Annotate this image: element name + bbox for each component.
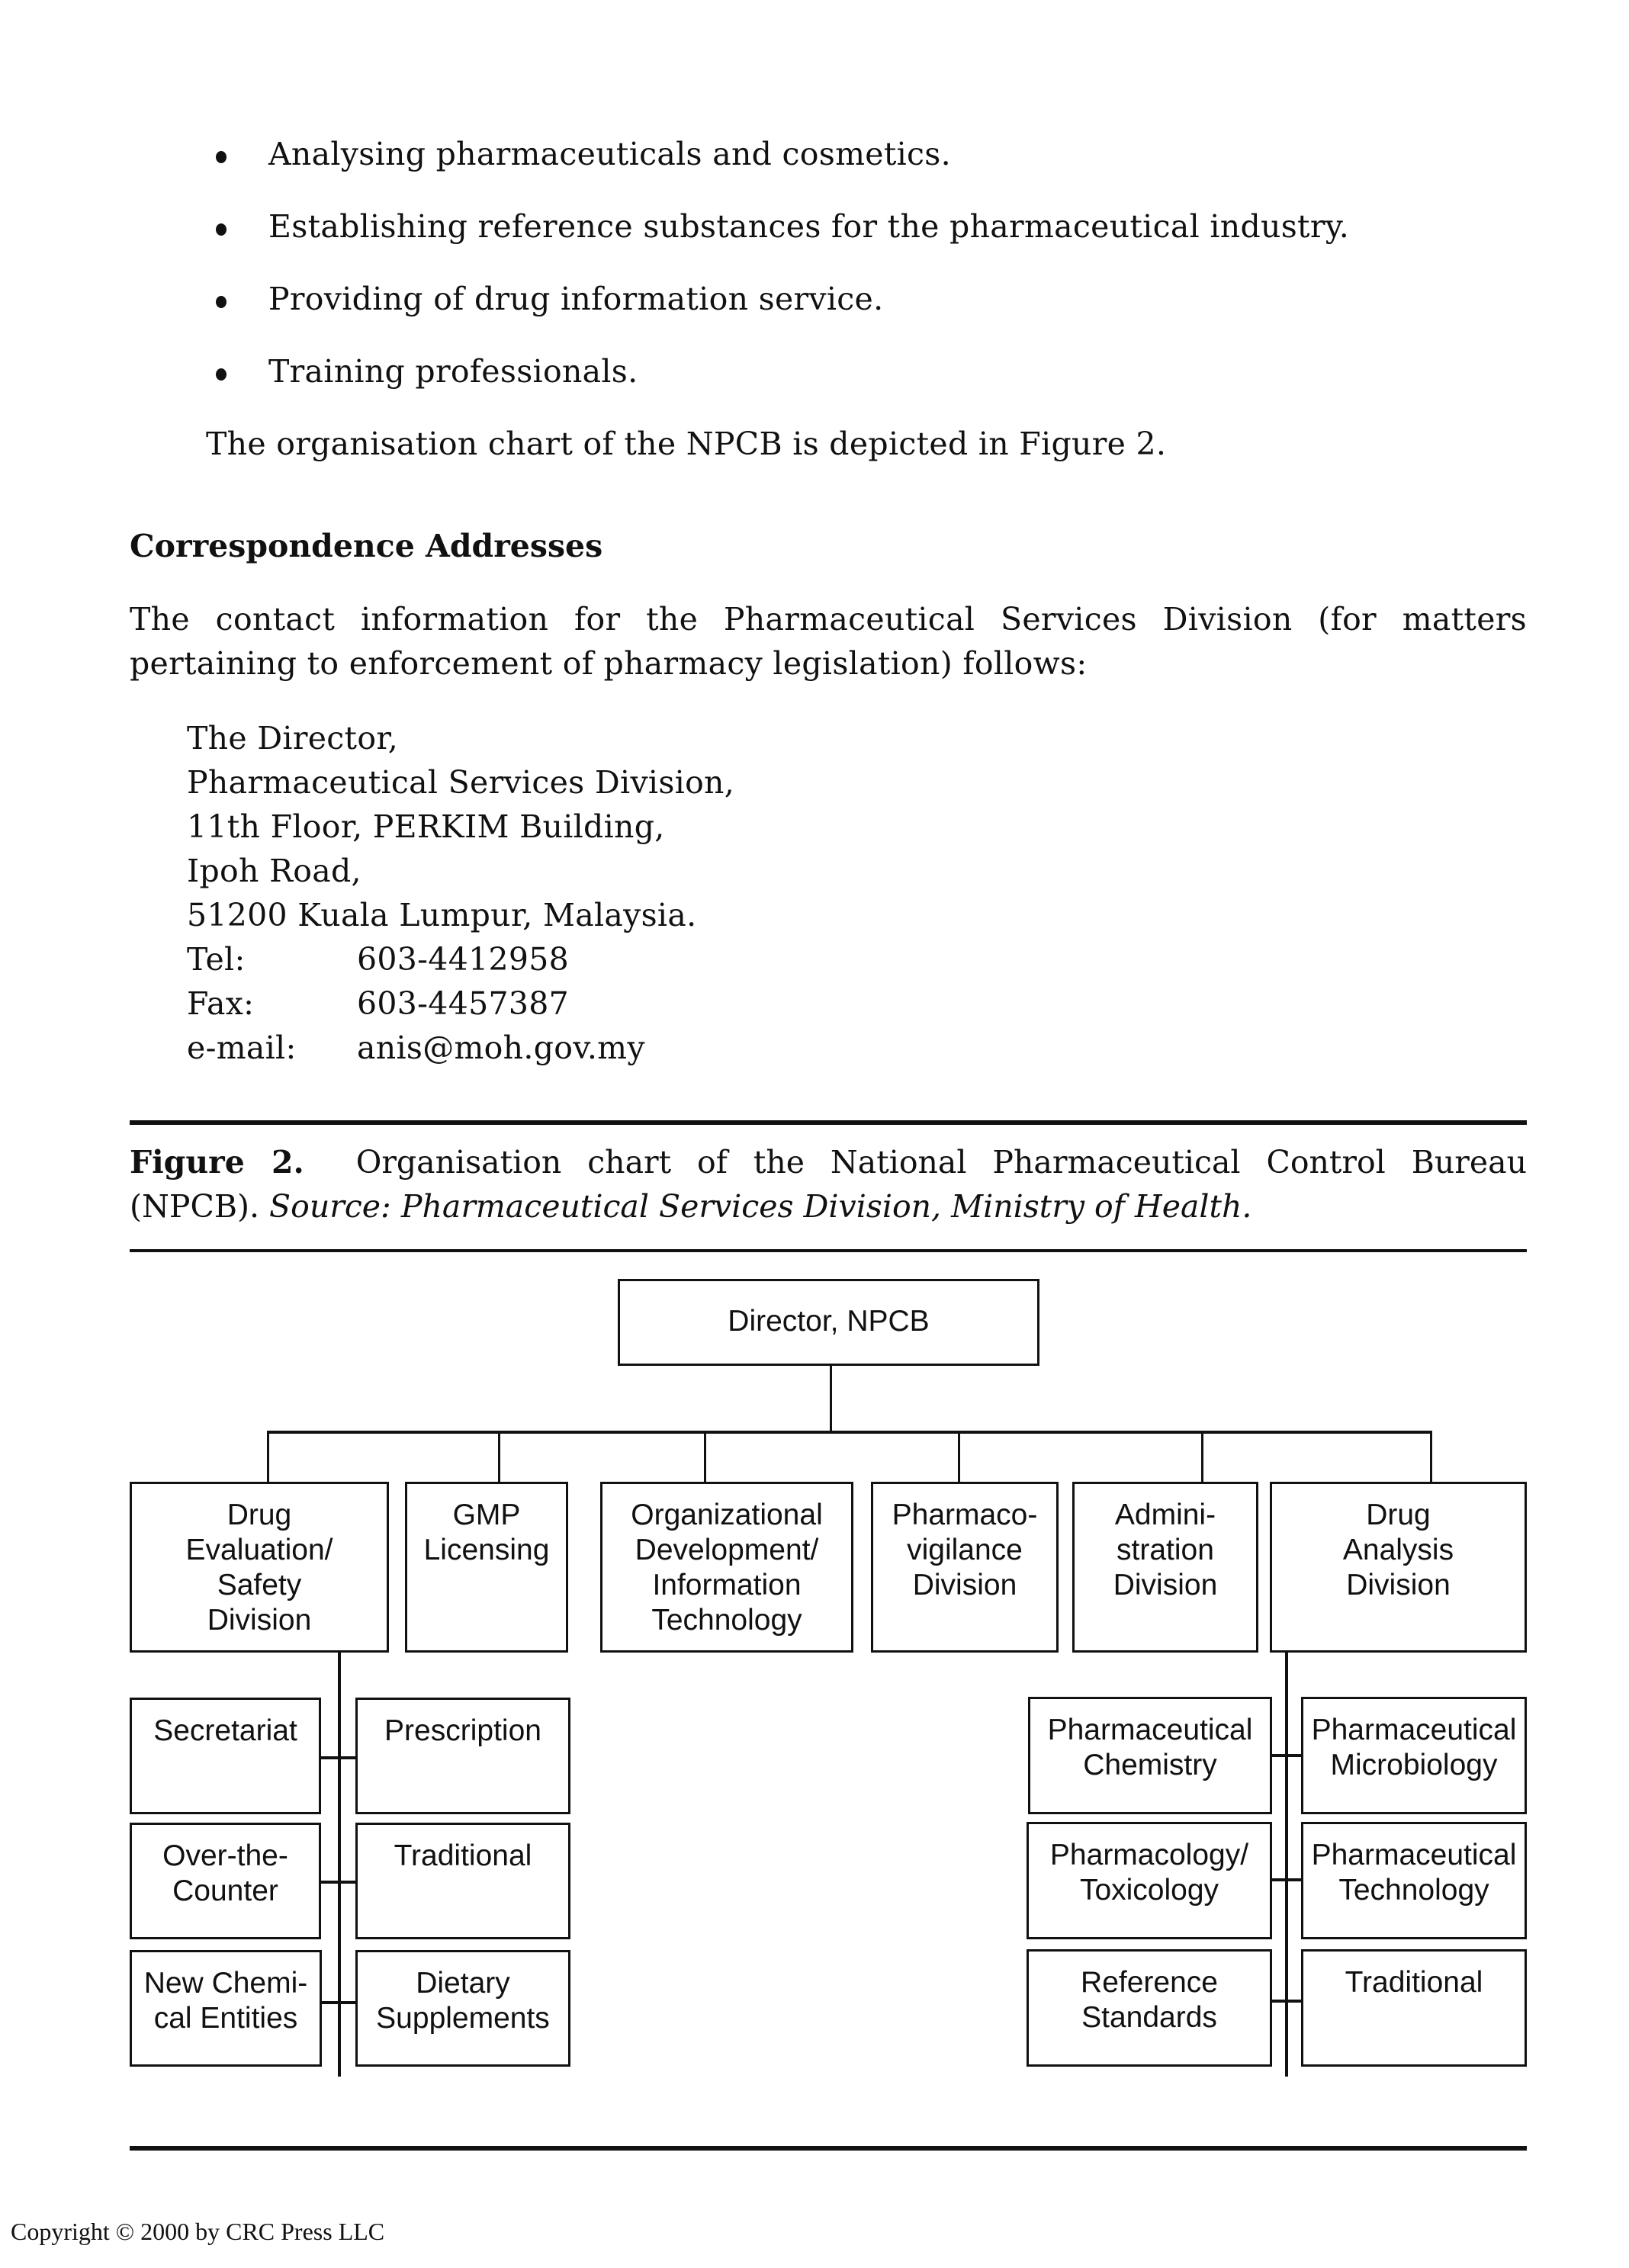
figure-caption-line-2: (NPCB). Source: Pharmaceutical Services … <box>130 1188 1251 1225</box>
org-box-unit: Reference Standards <box>1027 1949 1272 2067</box>
connector-line <box>498 1431 500 1483</box>
figure-top-rule <box>130 1120 1527 1125</box>
bullet-icon <box>216 151 227 163</box>
org-box-label: Pharmaceutical Microbiology <box>1311 1714 1517 1781</box>
org-box-label: Organizational Development/ Information … <box>631 1499 823 1637</box>
bullet-item: Analysing pharmaceuticals and cosmetics. <box>268 136 951 172</box>
org-box-unit: New Chemi- cal Entities <box>130 1950 322 2067</box>
section-heading: Correspondence Addresses <box>130 528 603 564</box>
address-line: Ipoh Road, <box>187 853 361 889</box>
org-box-unit: Pharmaceutical Technology <box>1301 1822 1527 1939</box>
org-box-division: Pharmaco- vigilance Division <box>871 1482 1059 1653</box>
copyright-notice: Copyright © 2000 by CRC Press LLC <box>11 2218 385 2245</box>
org-box-label: Pharmaceutical Technology <box>1311 1839 1517 1907</box>
connector-bus <box>267 1431 1432 1434</box>
figure-source: Source: Pharmaceutical Services Division… <box>269 1188 1252 1225</box>
org-box-division: Drug Evaluation/ Safety Division <box>130 1482 389 1653</box>
org-box-label: Over-the- Counter <box>162 1839 288 1907</box>
org-box-label: Admini- stration Division <box>1113 1499 1218 1601</box>
address-line: The Director, <box>187 720 399 757</box>
org-box-label: Drug Evaluation/ Safety Division <box>185 1499 333 1637</box>
org-box-label: Pharmaceutical Chemistry <box>1047 1714 1253 1781</box>
email-value[interactable]: anis@moh.gov.my <box>357 1030 645 1066</box>
org-box-label: GMP Licensing <box>423 1499 550 1566</box>
org-box-unit: Secretariat <box>130 1698 321 1814</box>
connector-line <box>704 1431 706 1483</box>
fax-value: 603-4457387 <box>357 985 570 1022</box>
org-box-label: Secretariat <box>153 1714 297 1747</box>
bullet-item: Training professionals. <box>268 353 638 390</box>
connector-line <box>1285 1653 1288 2077</box>
org-box-label: Pharmacology/ Toxicology <box>1049 1839 1249 1907</box>
org-box-label: Traditional <box>1345 1966 1483 1999</box>
fax-label: Fax: <box>187 985 255 1022</box>
bullet-icon <box>216 368 227 381</box>
org-box-unit: Traditional <box>1301 1949 1527 2067</box>
org-box-label: Dietary Supplements <box>376 1967 550 2035</box>
connector-line <box>1271 2000 1303 2003</box>
connector-line <box>1271 1878 1303 1881</box>
connector-line <box>320 1881 358 1884</box>
org-box-division: Organizational Development/ Information … <box>600 1482 853 1653</box>
org-box-director: Director, NPCB <box>618 1279 1039 1366</box>
org-box-label: Director, NPCB <box>728 1305 930 1338</box>
org-box-unit: Pharmaceutical Chemistry <box>1028 1697 1272 1814</box>
org-box-label: Reference Standards <box>1081 1966 1218 2034</box>
tel-label: Tel: <box>187 941 246 978</box>
org-box-division: Admini- stration Division <box>1072 1482 1258 1653</box>
section-paragraph-line-2: pertaining to enforcement of pharmacy le… <box>130 645 1088 682</box>
org-box-label: Drug Analysis Division <box>1342 1499 1454 1601</box>
address-line: 51200 Kuala Lumpur, Malaysia. <box>187 897 697 933</box>
connector-line <box>1201 1431 1203 1483</box>
org-box-label: Traditional <box>394 1839 532 1872</box>
org-box-unit: Prescription <box>355 1698 570 1814</box>
intro-sentence: The organisation chart of the NPCB is de… <box>206 426 1167 462</box>
org-box-division: Drug Analysis Division <box>1270 1482 1527 1653</box>
org-box-label: Pharmaco- vigilance Division <box>892 1499 1038 1601</box>
connector-line <box>320 1756 358 1759</box>
figure-caption-rule <box>130 1249 1527 1252</box>
connector-line <box>267 1431 269 1483</box>
connector-line <box>338 1653 341 2077</box>
address-line: Pharmaceutical Services Division, <box>187 764 735 801</box>
org-box-label: New Chemi- cal Entities <box>143 1967 308 2035</box>
org-box-unit: Dietary Supplements <box>355 1950 570 2067</box>
section-paragraph-line-1: The contact information for the Pharmace… <box>130 601 1527 638</box>
org-box-unit: Over-the- Counter <box>130 1823 321 1939</box>
connector-line <box>958 1431 960 1483</box>
bullet-icon <box>216 296 227 308</box>
org-box-unit: Pharmacology/ Toxicology <box>1027 1822 1272 1939</box>
address-line: 11th Floor, PERKIM Building, <box>187 808 665 845</box>
figure-title-cont: (NPCB). <box>130 1188 259 1225</box>
tel-value: 603-4412958 <box>357 941 570 978</box>
connector-line <box>1430 1431 1432 1483</box>
figure-bottom-rule <box>130 2146 1527 2151</box>
figure-title: Organisation chart of the National Pharm… <box>355 1144 1527 1181</box>
org-box-division: GMP Licensing <box>405 1482 568 1653</box>
bullet-item: Establishing reference substances for th… <box>268 208 1350 245</box>
org-box-label: Prescription <box>384 1714 541 1747</box>
bullet-item: Providing of drug information service. <box>268 281 884 317</box>
connector-line <box>1271 1754 1303 1757</box>
connector-line <box>830 1366 832 1433</box>
connector-line <box>320 2001 358 2004</box>
org-box-unit: Pharmaceutical Microbiology <box>1301 1697 1527 1814</box>
figure-caption-line-1: Figure 2. Organisation chart of the Nati… <box>130 1144 1527 1181</box>
email-label: e-mail: <box>187 1030 297 1066</box>
figure-label: Figure 2. <box>130 1144 304 1181</box>
bullet-icon <box>216 223 227 236</box>
org-box-unit: Traditional <box>355 1823 570 1939</box>
